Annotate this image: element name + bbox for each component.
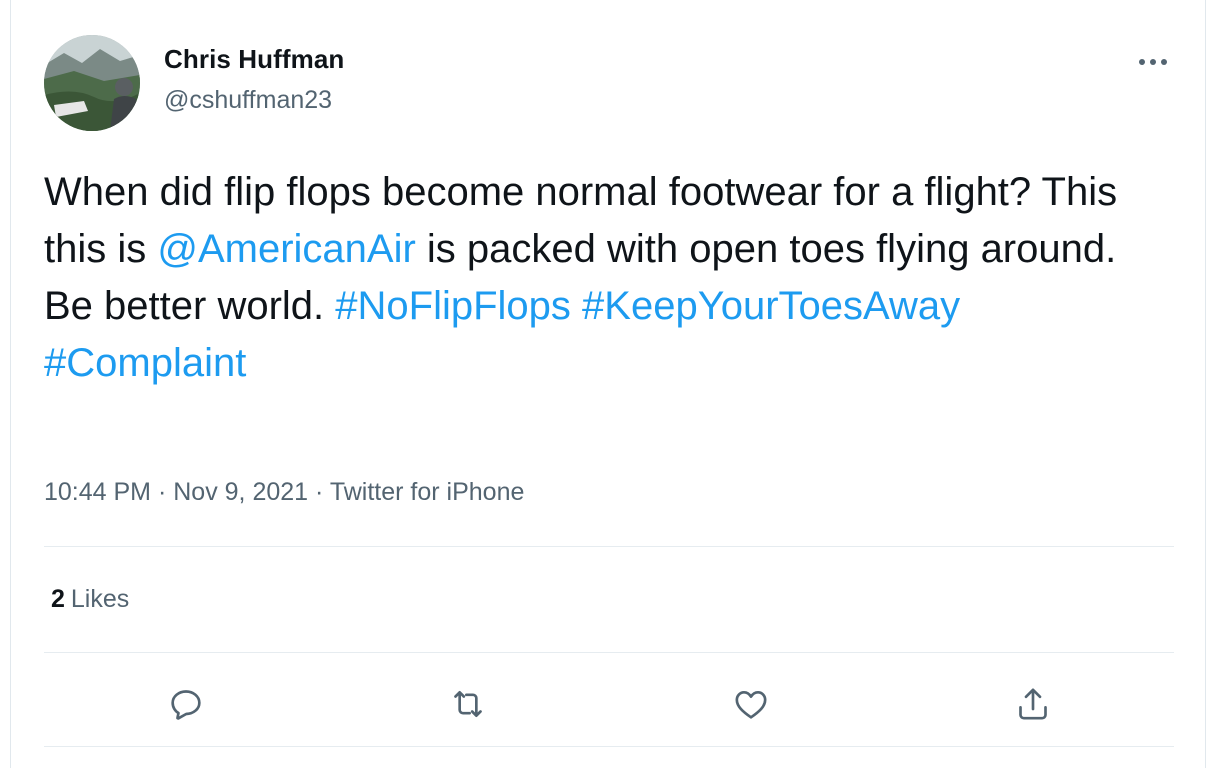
likes-count: 2 xyxy=(51,585,65,613)
reply-icon xyxy=(171,690,201,720)
author-handle[interactable]: @cshuffman23 xyxy=(164,86,332,115)
avatar-image xyxy=(44,35,140,131)
mention-link[interactable]: @AmericanAir xyxy=(157,227,415,271)
divider xyxy=(44,746,1174,747)
tweet-card: Chris Huffman @cshuffman23 When did flip… xyxy=(10,0,1206,768)
more-horizontal-icon xyxy=(1139,59,1167,65)
meta-separator: · xyxy=(157,478,174,506)
tweet-text: When did flip flops become normal footwe… xyxy=(44,164,1164,392)
share-icon xyxy=(1019,688,1047,720)
likes-stat[interactable]: 2 Likes xyxy=(51,585,129,614)
retweet-icon xyxy=(454,691,482,717)
tweet-date[interactable]: Nov 9, 2021 xyxy=(173,478,308,506)
like-button[interactable] xyxy=(723,676,779,732)
hashtag-link[interactable]: #Complaint xyxy=(44,341,246,385)
author-display-name[interactable]: Chris Huffman xyxy=(164,44,344,75)
tweet-time[interactable]: 10:44 PM xyxy=(44,478,151,506)
tweet-meta: 10:44 PM · Nov 9, 2021 · Twitter for iPh… xyxy=(44,478,524,507)
divider xyxy=(44,652,1174,653)
more-options-button[interactable] xyxy=(1135,48,1171,76)
share-button[interactable] xyxy=(1005,676,1061,732)
divider xyxy=(44,546,1174,547)
tweet-source[interactable]: Twitter for iPhone xyxy=(330,478,525,506)
retweet-button[interactable] xyxy=(440,676,496,732)
action-bar xyxy=(11,676,1207,732)
meta-separator: · xyxy=(315,478,330,506)
likes-label: Likes xyxy=(70,585,130,613)
tweet-text-segment xyxy=(571,284,582,328)
heart-icon xyxy=(735,691,767,719)
avatar[interactable] xyxy=(44,35,140,131)
hashtag-link[interactable]: #NoFlipFlops xyxy=(335,284,571,328)
reply-button[interactable] xyxy=(158,676,214,732)
hashtag-link[interactable]: #KeepYourToesAway xyxy=(582,284,960,328)
